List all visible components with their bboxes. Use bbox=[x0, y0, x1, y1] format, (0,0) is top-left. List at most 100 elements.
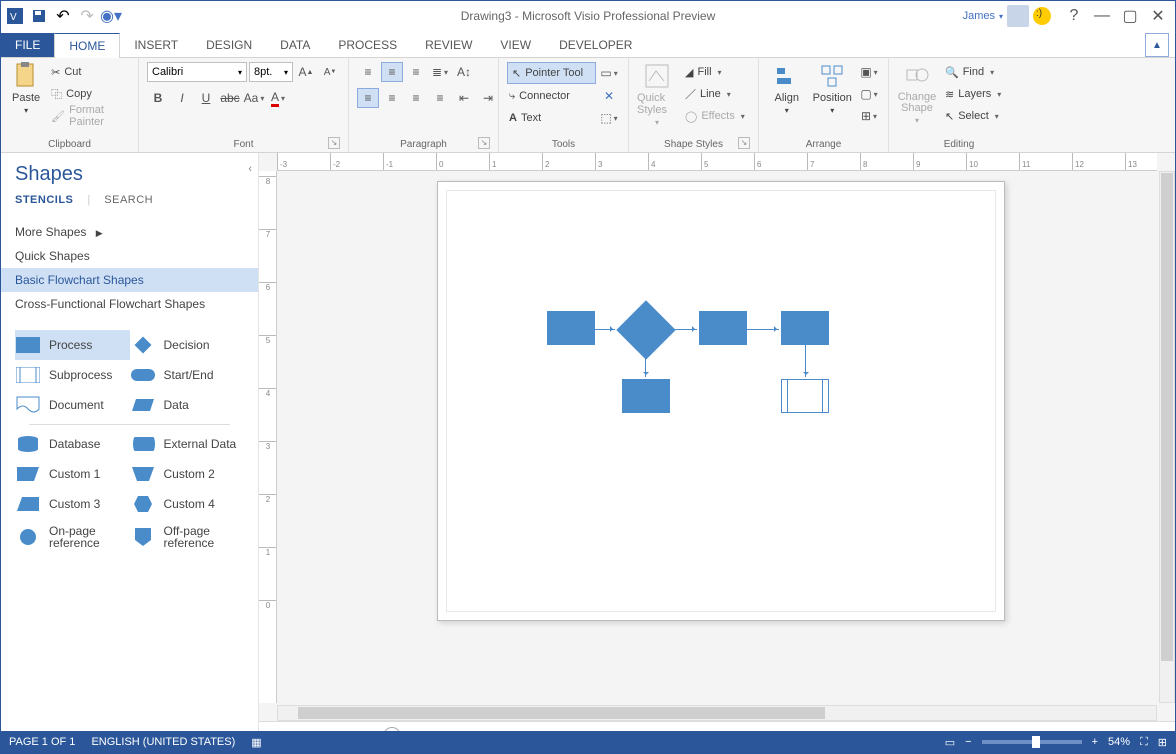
cut-button[interactable]: ✂Cut bbox=[49, 62, 130, 82]
shape-database[interactable]: Database bbox=[15, 429, 130, 459]
paste-button[interactable]: Paste ▾ bbox=[9, 62, 43, 115]
stencils-tab[interactable]: STENCILS bbox=[15, 194, 73, 206]
connector-3[interactable] bbox=[747, 329, 779, 330]
tab-home[interactable]: HOME bbox=[54, 33, 120, 58]
quick-styles-button[interactable]: Quick Styles▾ bbox=[637, 62, 677, 127]
shape-startend[interactable]: Start/End bbox=[130, 360, 245, 390]
bring-front-icon[interactable]: ▣ bbox=[858, 62, 880, 82]
pan-zoom-icon[interactable]: ⊞ bbox=[1158, 736, 1167, 749]
help-icon[interactable]: ? bbox=[1061, 6, 1087, 26]
connector-4[interactable] bbox=[645, 359, 646, 377]
paragraph-dialog-launcher[interactable]: ↘ bbox=[478, 137, 490, 149]
effects-button[interactable]: ◯Effects bbox=[683, 106, 747, 126]
decrease-font-icon[interactable]: A▼ bbox=[319, 62, 341, 82]
layers-button[interactable]: ≋Layers bbox=[943, 84, 1003, 104]
redo-icon[interactable]: ↷ bbox=[77, 6, 97, 26]
user-account[interactable]: James▾ bbox=[963, 5, 1051, 27]
shape-onpage-ref[interactable]: On-page reference bbox=[15, 519, 130, 555]
font-color-button[interactable]: A bbox=[267, 88, 289, 108]
text-tool-button[interactable]: AText bbox=[507, 108, 543, 128]
connection-point-icon[interactable]: ✕ bbox=[598, 86, 620, 106]
zoom-out-button[interactable]: − bbox=[965, 736, 971, 748]
font-size-combo[interactable]: 8pt.▾ bbox=[249, 62, 293, 82]
minimize-button[interactable]: — bbox=[1089, 6, 1115, 26]
ribbon-collapse-button[interactable]: ▲ bbox=[1145, 33, 1169, 57]
feedback-smile-icon[interactable] bbox=[1033, 7, 1051, 25]
text-direction-icon[interactable]: A↕ bbox=[453, 62, 475, 82]
bold-button[interactable]: B bbox=[147, 88, 169, 108]
tab-data[interactable]: DATA bbox=[266, 33, 324, 57]
tab-view[interactable]: VIEW bbox=[486, 33, 545, 57]
drawing-page[interactable] bbox=[437, 181, 1005, 621]
align-right-icon[interactable]: ≡ bbox=[405, 88, 427, 108]
vertical-ruler[interactable]: 876543210 bbox=[259, 171, 277, 703]
shape-document[interactable]: Document bbox=[15, 390, 130, 420]
font-dialog-launcher[interactable]: ↘ bbox=[328, 137, 340, 149]
save-icon[interactable] bbox=[29, 6, 49, 26]
align-button[interactable]: Align▾ bbox=[767, 62, 807, 115]
stencil-quick-shapes[interactable]: Quick Shapes bbox=[1, 244, 258, 268]
position-button[interactable]: Position▾ bbox=[813, 62, 853, 115]
flowchart-process-3[interactable] bbox=[781, 311, 829, 345]
status-page[interactable]: PAGE 1 OF 1 bbox=[9, 736, 75, 748]
connector-tool-button[interactable]: ⤷Connector bbox=[507, 86, 572, 106]
horizontal-ruler[interactable]: -3-2-1012345678910111213 bbox=[277, 153, 1157, 171]
increase-indent-icon[interactable]: ⇥ bbox=[477, 88, 499, 108]
underline-button[interactable]: U bbox=[195, 88, 217, 108]
shape-custom1[interactable]: Custom 1 bbox=[15, 459, 130, 489]
shape-custom4[interactable]: Custom 4 bbox=[130, 489, 245, 519]
undo-icon[interactable]: ↶ bbox=[53, 6, 73, 26]
change-shape-button[interactable]: Change Shape▾ bbox=[897, 62, 937, 125]
connector-2[interactable] bbox=[675, 329, 697, 330]
flowchart-subprocess[interactable] bbox=[781, 379, 829, 413]
align-left-icon[interactable]: ≡ bbox=[357, 88, 379, 108]
text-block-icon[interactable]: ⬚ bbox=[598, 108, 620, 128]
status-language[interactable]: ENGLISH (UNITED STATES) bbox=[91, 736, 235, 748]
shape-decision[interactable]: Decision bbox=[130, 330, 245, 360]
stencil-basic-flowchart[interactable]: Basic Flowchart Shapes bbox=[1, 268, 258, 292]
send-back-icon[interactable]: ▢ bbox=[858, 84, 880, 104]
presentation-mode-icon[interactable]: ▭ bbox=[945, 736, 955, 749]
tab-developer[interactable]: DEVELOPER bbox=[545, 33, 646, 57]
align-justify-icon[interactable]: ≡ bbox=[429, 88, 451, 108]
maximize-button[interactable]: ▢ bbox=[1117, 6, 1143, 26]
align-middle-icon[interactable]: ≡ bbox=[381, 62, 403, 82]
tab-review[interactable]: REVIEW bbox=[411, 33, 486, 57]
zoom-slider[interactable] bbox=[982, 740, 1082, 744]
fit-page-icon[interactable]: ⛶ bbox=[1140, 736, 1148, 749]
bullets-button[interactable]: ≣ bbox=[429, 62, 451, 82]
group-icon[interactable]: ⊞ bbox=[858, 106, 880, 126]
tab-file[interactable]: FILE bbox=[1, 33, 54, 57]
shape-process[interactable]: Process bbox=[15, 330, 130, 360]
shape-subprocess[interactable]: Subprocess bbox=[15, 360, 130, 390]
decrease-indent-icon[interactable]: ⇤ bbox=[453, 88, 475, 108]
strike-button[interactable]: abc bbox=[219, 88, 241, 108]
drawing-canvas[interactable] bbox=[277, 171, 1157, 703]
align-bottom-icon[interactable]: ≡ bbox=[405, 62, 427, 82]
search-tab[interactable]: SEARCH bbox=[104, 194, 153, 206]
zoom-in-button[interactable]: + bbox=[1092, 736, 1098, 748]
connector-1[interactable] bbox=[595, 329, 615, 330]
shape-data[interactable]: Data bbox=[130, 390, 245, 420]
vertical-scrollbar[interactable] bbox=[1159, 171, 1175, 703]
shape-external-data[interactable]: External Data bbox=[130, 429, 245, 459]
line-button[interactable]: ／Line bbox=[683, 84, 747, 104]
tab-process[interactable]: PROCESS bbox=[324, 33, 411, 57]
flowchart-process-1[interactable] bbox=[547, 311, 595, 345]
shapestyles-dialog-launcher[interactable]: ↘ bbox=[738, 137, 750, 149]
macro-recorder-icon[interactable]: ▦ bbox=[251, 736, 261, 749]
align-top-icon[interactable]: ≡ bbox=[357, 62, 379, 82]
find-button[interactable]: 🔍Find bbox=[943, 62, 1003, 82]
increase-font-icon[interactable]: A▲ bbox=[295, 62, 317, 82]
change-case-button[interactable]: Aa bbox=[243, 88, 265, 108]
copy-button[interactable]: ⿻Copy bbox=[49, 84, 130, 104]
format-painter-button[interactable]: 🖌Format Painter bbox=[49, 106, 130, 126]
tab-design[interactable]: DESIGN bbox=[192, 33, 266, 57]
flowchart-decision[interactable] bbox=[616, 300, 675, 359]
pointer-tool-button[interactable]: ↖Pointer Tool bbox=[507, 62, 596, 84]
connector-5[interactable] bbox=[805, 345, 806, 377]
shape-offpage-ref[interactable]: Off-page reference bbox=[130, 519, 245, 555]
shape-custom2[interactable]: Custom 2 bbox=[130, 459, 245, 489]
horizontal-scrollbar[interactable] bbox=[277, 705, 1157, 721]
stencil-cross-functional[interactable]: Cross-Functional Flowchart Shapes bbox=[1, 292, 258, 316]
